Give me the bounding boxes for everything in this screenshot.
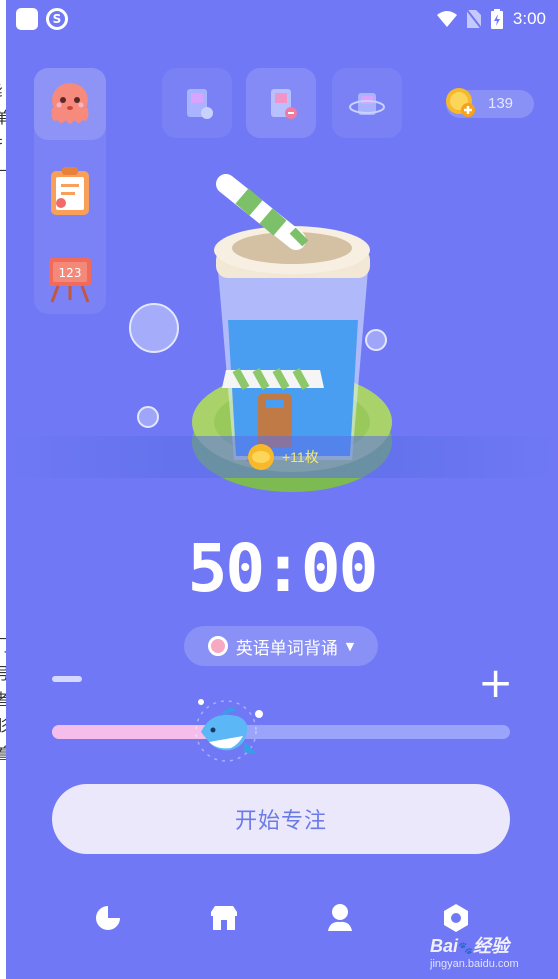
duration-slider[interactable] — [52, 725, 510, 739]
scene-rotate-button[interactable] — [332, 68, 402, 138]
nav-item-sleep[interactable] — [86, 896, 130, 940]
scene-remove-icon — [271, 89, 297, 119]
watermark-brand-cn: 经验 — [472, 936, 509, 956]
coin-count: 139 — [488, 95, 514, 112]
avatar-button[interactable] — [34, 68, 106, 140]
left-tool-panel: 123 — [34, 68, 106, 314]
scene-rotate-icon — [349, 93, 385, 115]
task-label: 英语单词背诵 — [235, 638, 338, 659]
shop-icon — [211, 906, 237, 930]
reward-amount: +11枚 — [282, 449, 319, 465]
svg-text:123: 123 — [59, 266, 82, 280]
task-color-dot — [207, 636, 228, 656]
focus-timer: 50:00 — [187, 530, 379, 607]
caret-down-icon: ▼ — [345, 639, 355, 653]
app-screen: S 3:00 123 139 +11枚 50:00 英语单词背诵 ▼ + 开始专… — [6, 0, 558, 979]
task-selector[interactable]: 英语单词背诵 ▼ — [184, 626, 378, 666]
watermark-url: jingyan.baidu.com — [430, 958, 519, 970]
task-list-button[interactable] — [34, 155, 106, 227]
scene-add-icon — [187, 89, 213, 119]
status-bar: S 3:00 — [6, 0, 558, 38]
dolphin-slider-handle[interactable] — [187, 692, 265, 770]
decrease-time-button[interactable] — [52, 676, 82, 682]
scene-add-button[interactable] — [162, 68, 232, 138]
profile-icon — [328, 904, 352, 931]
battery-charging-icon — [490, 9, 503, 29]
moon-icon — [96, 906, 120, 930]
reward-display: +11枚 — [246, 442, 319, 472]
nav-item-profile[interactable] — [318, 896, 362, 940]
no-sim-icon — [466, 10, 481, 28]
coin-add-icon[interactable] — [444, 86, 476, 118]
coin-icon — [248, 444, 274, 470]
app-badge-icon: S — [46, 8, 68, 30]
statistics-board-button[interactable]: 123 — [34, 242, 106, 314]
octopus-avatar-icon — [51, 83, 89, 124]
increase-time-button[interactable]: + — [478, 662, 513, 704]
status-time: 3:00 — [512, 9, 546, 28]
settings-icon — [444, 904, 468, 932]
notification-square-icon — [16, 8, 38, 30]
watermark-brand: Bai — [430, 936, 459, 956]
clipboard-icon — [51, 167, 89, 215]
easel-board-icon: 123 — [49, 258, 91, 303]
baidu-jingyan-watermark: Bai🐾经验 jingyan.baidu.com — [430, 932, 519, 970]
paw-icon: 🐾 — [458, 941, 473, 955]
wifi-icon — [436, 11, 457, 27]
nav-item-shop[interactable] — [202, 896, 246, 940]
scene-remove-button[interactable] — [246, 68, 316, 138]
start-focus-button[interactable]: 开始专注 — [52, 784, 510, 854]
